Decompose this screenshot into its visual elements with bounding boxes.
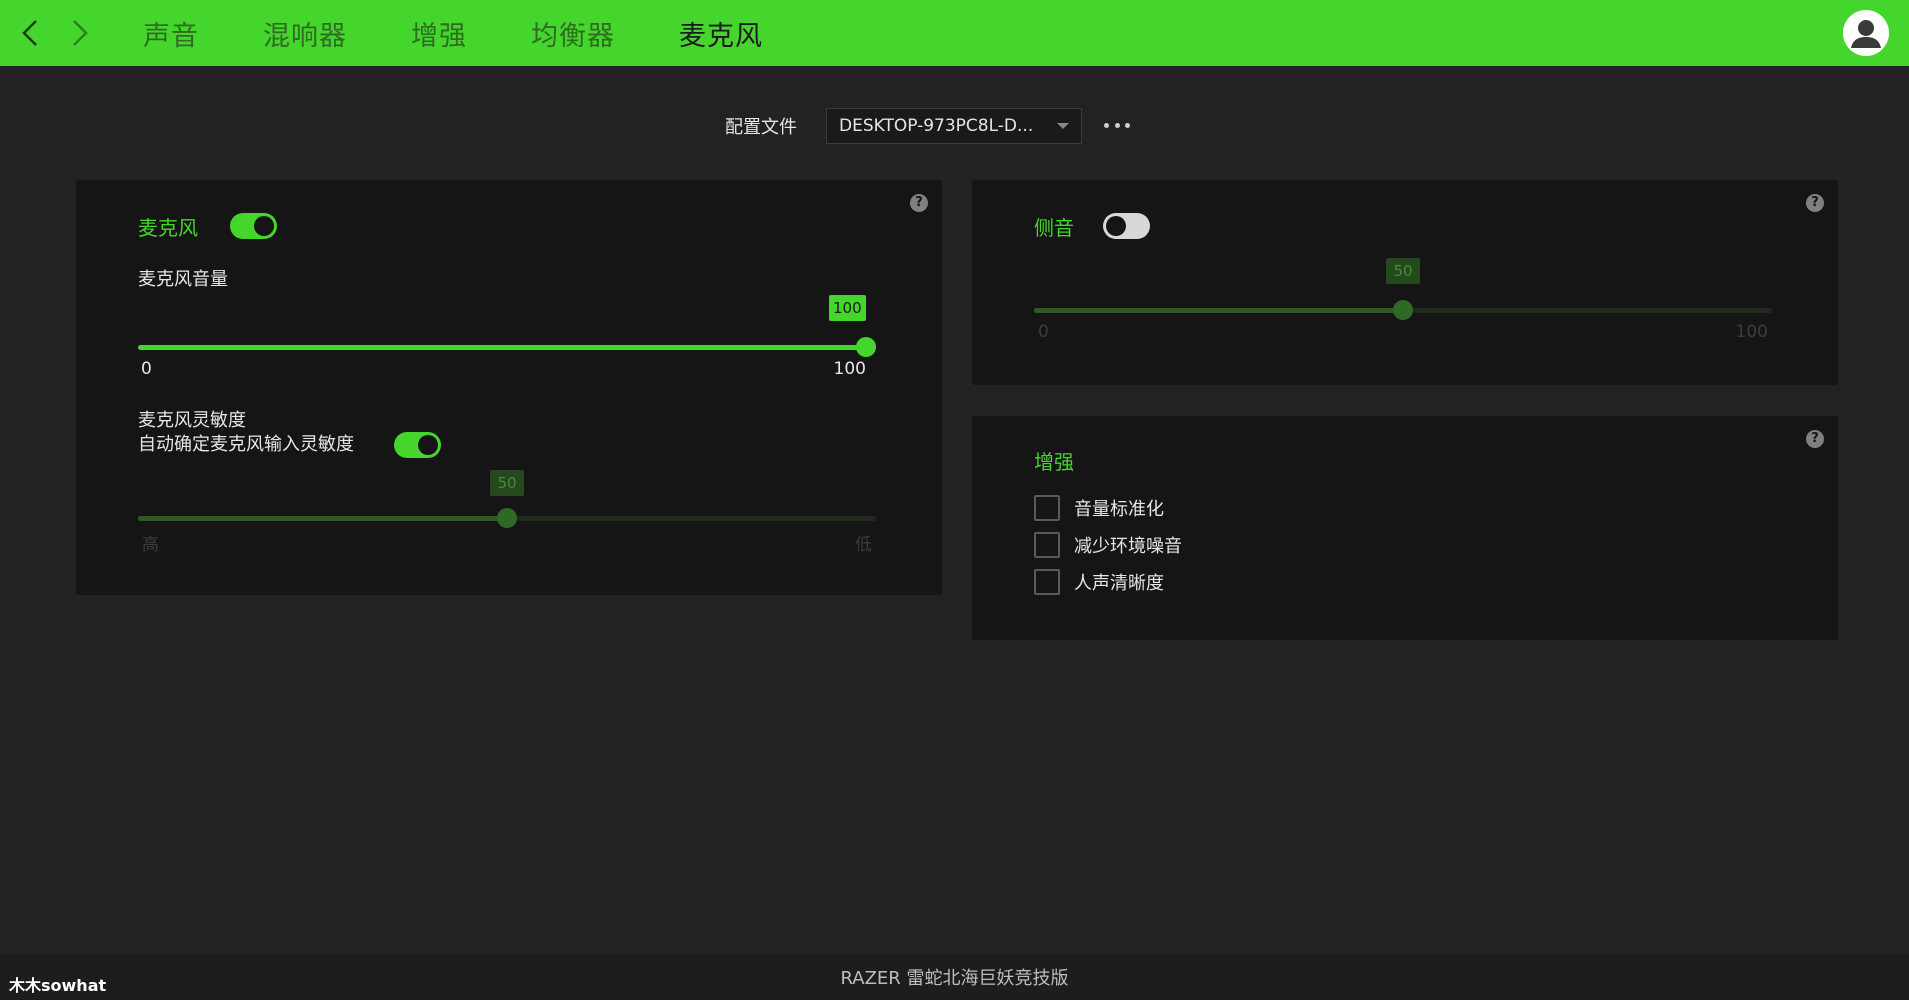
volume-normalization-label: 音量标准化	[1074, 499, 1164, 520]
enhancement-panel: ? 增强 音量标准化 减少环境噪音 人声清晰度	[972, 416, 1838, 640]
device-name: RAZER 雷蛇北海巨妖竞技版	[840, 968, 1069, 989]
microphone-toggle[interactable]	[230, 213, 277, 239]
sidetone-value: 50	[1386, 258, 1420, 284]
profile-dropdown[interactable]: DESKTOP-973PC8L-D...	[826, 108, 1082, 144]
microphone-panel: ? 麦克风 麦克风音量 100 0 100 麦克风灵敏度 自动确定麦克风输入灵敏…	[76, 180, 942, 595]
mic-sensitivity-label: 麦克风灵敏度	[138, 410, 246, 431]
top-nav-bar: 声音 混响器 增强 均衡器 麦克风	[0, 0, 1909, 66]
help-icon[interactable]: ?	[910, 194, 928, 212]
vocal-clarity-option[interactable]: 人声清晰度	[1034, 568, 1164, 596]
mic-sensitivity-min-label: 高	[142, 535, 159, 555]
ambient-noise-reduction-checkbox[interactable]	[1034, 532, 1060, 558]
mic-volume-slider[interactable]: 100 0 100	[138, 295, 876, 379]
forward-button[interactable]	[62, 14, 98, 52]
footer-bar: RAZER 雷蛇北海巨妖竞技版 木木sowhat	[0, 955, 1909, 1000]
chevron-left-icon	[22, 20, 37, 46]
sidetone-min-label: 0	[1038, 322, 1049, 342]
volume-normalization-checkbox[interactable]	[1034, 495, 1060, 521]
user-avatar-button[interactable]	[1843, 10, 1889, 56]
profile-row: 配置文件 DESKTOP-973PC8L-D...	[0, 108, 1909, 144]
tab-enhancement[interactable]: 增强	[411, 14, 467, 53]
tab-mixer[interactable]: 混响器	[263, 14, 347, 53]
tab-equalizer[interactable]: 均衡器	[531, 14, 615, 53]
sidetone-max-label: 100	[1735, 322, 1768, 342]
mic-sensitivity-thumb[interactable]	[497, 508, 517, 528]
chevron-down-icon	[1057, 123, 1069, 129]
vocal-clarity-label: 人声清晰度	[1074, 573, 1164, 594]
auto-sensitivity-label: 自动确定麦克风输入灵敏度	[138, 434, 354, 455]
auto-sensitivity-toggle[interactable]	[394, 432, 441, 458]
mic-sensitivity-value: 50	[490, 470, 524, 496]
help-icon[interactable]: ?	[1806, 430, 1824, 448]
ambient-noise-reduction-label: 减少环境噪音	[1074, 536, 1182, 557]
mic-volume-value: 100	[829, 295, 866, 321]
profile-selected-value: DESKTOP-973PC8L-D...	[839, 116, 1034, 136]
watermark-text: 木木sowhat	[9, 976, 107, 995]
tab-bar: 声音 混响器 增强 均衡器 麦克风	[143, 0, 827, 66]
volume-normalization-option[interactable]: 音量标准化	[1034, 494, 1164, 522]
sidetone-slider[interactable]: 50 0 100	[1034, 258, 1772, 342]
help-icon[interactable]: ?	[1806, 194, 1824, 212]
sidetone-panel: ? 侧音 50 0 100	[972, 180, 1838, 385]
mic-volume-max-label: 100	[833, 359, 866, 379]
mic-sensitivity-slider[interactable]: 50 高 低	[138, 470, 876, 555]
sidetone-thumb[interactable]	[1393, 300, 1413, 320]
mic-volume-thumb[interactable]	[856, 337, 876, 357]
profile-label: 配置文件	[725, 117, 797, 138]
vocal-clarity-checkbox[interactable]	[1034, 569, 1060, 595]
microphone-title: 麦克风	[138, 216, 198, 240]
mic-volume-min-label: 0	[141, 359, 152, 379]
mic-sensitivity-max-label: 低	[855, 535, 872, 555]
user-avatar-icon	[1843, 10, 1889, 56]
mic-volume-label: 麦克风音量	[138, 269, 228, 290]
tab-sound[interactable]: 声音	[143, 14, 199, 53]
tab-microphone[interactable]: 麦克风	[679, 14, 763, 53]
enhancement-title: 增强	[1034, 450, 1074, 474]
chevron-right-icon	[73, 20, 88, 46]
ambient-noise-reduction-option[interactable]: 减少环境噪音	[1034, 531, 1182, 559]
sidetone-title: 侧音	[1034, 216, 1074, 240]
back-button[interactable]	[12, 14, 48, 52]
sidetone-toggle[interactable]	[1103, 213, 1150, 239]
more-dots-icon[interactable]	[1104, 110, 1130, 140]
